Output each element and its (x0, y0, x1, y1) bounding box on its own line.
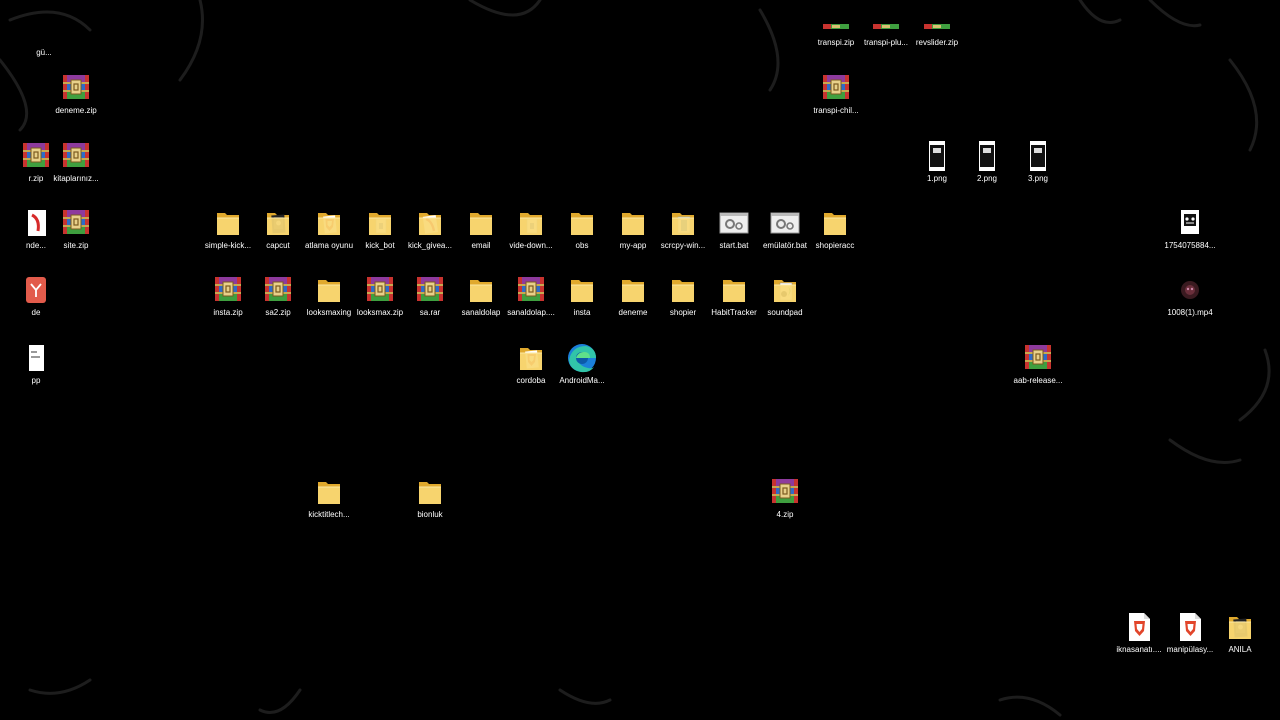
archive-icon (414, 274, 446, 306)
desktop-icon-androidma[interactable]: AndroidMa... (552, 342, 612, 406)
wallpaper-lines (0, 0, 1271, 717)
desktop-icon-kicktitlech[interactable]: kicktitlech... (299, 476, 359, 540)
brave-document-icon (1174, 611, 1206, 643)
folder-icon (617, 207, 649, 239)
folder-icon (515, 342, 547, 374)
desktop-icon-label: soundpad (767, 308, 803, 317)
video-file-icon (1174, 274, 1206, 306)
folder-icon (262, 207, 294, 239)
desktop-icon-label: shopieracc (815, 241, 855, 250)
desktop-icon-label: de (31, 308, 41, 317)
archive-icon (60, 207, 92, 239)
desktop-icon-label: site.zip (63, 241, 89, 250)
document-icon (20, 342, 52, 374)
desktop-icon-label: aab-release... (1013, 376, 1063, 385)
image-file-icon (971, 140, 1003, 172)
archive-icon (769, 476, 801, 508)
desktop-icon-anila[interactable]: ANILA (1210, 611, 1270, 675)
archive-icon (262, 274, 294, 306)
desktop-icon-file-1754075884[interactable]: 1754075884... (1160, 207, 1220, 271)
folder-icon (819, 207, 851, 239)
desktop-icon-kitaplariniz[interactable]: kitaplarınız... (46, 140, 106, 204)
folder-icon (313, 207, 345, 239)
archive-icon (212, 274, 244, 306)
desktop-icon-revslider-zip[interactable]: revslider.zip (907, 4, 967, 68)
desktop-icon-png-3[interactable]: 3.png (1008, 140, 1068, 204)
folder-icon (364, 207, 396, 239)
desktop-icon-partial-gu[interactable]: gü... (14, 14, 74, 78)
desktop-icon-label: deneme.zip (55, 106, 97, 115)
folder-icon (1224, 611, 1256, 643)
desktop-icon-label: transpi-chil... (813, 106, 859, 115)
desktop-icon-site-zip[interactable]: site.zip (46, 207, 106, 271)
batch-file-icon (769, 207, 801, 239)
folder-icon (617, 274, 649, 306)
folder-icon (212, 207, 244, 239)
desktop-icon-label: kicktitlech... (308, 510, 350, 519)
archive-icon (921, 4, 953, 36)
desktop-icon-shopieracc[interactable]: shopieracc (805, 207, 865, 271)
desktop-icon-label: ANILA (1228, 645, 1252, 654)
brave-document-icon (1123, 611, 1155, 643)
desktop-icon-deneme-zip[interactable]: deneme.zip (46, 72, 106, 136)
batch-file-icon (718, 207, 750, 239)
archive-icon (870, 4, 902, 36)
archive-icon (515, 274, 547, 306)
desktop-icon-zip-4[interactable]: 4.zip (755, 476, 815, 540)
image-file-icon (921, 140, 953, 172)
archive-icon (60, 72, 92, 104)
desktop-icon-aab-release[interactable]: aab-release... (1008, 342, 1068, 406)
archive-icon (364, 274, 396, 306)
desktop-icon-label: bionluk (417, 510, 443, 519)
desktop-icon-label: kitaplarınız... (53, 174, 99, 183)
desktop-icon-mp4-1008[interactable]: 1008(1).mp4 (1160, 274, 1220, 338)
desktop-icon-label: AndroidMa... (559, 376, 605, 385)
folder-icon (667, 274, 699, 306)
archive-icon (820, 4, 852, 36)
archive-icon (1022, 342, 1054, 374)
folder-icon (313, 476, 345, 508)
desktop-icon-label: pp (31, 376, 41, 385)
folder-icon (566, 274, 598, 306)
desktop-icon-label: 1754075884... (1164, 241, 1216, 250)
edge-browser-icon (566, 342, 598, 374)
image-file-icon (1022, 140, 1054, 172)
desktop-icon-partial-pp[interactable]: pp (6, 342, 66, 406)
folder-icon (566, 207, 598, 239)
archive-icon (60, 140, 92, 172)
desktop-icon-label: 3.png (1027, 174, 1049, 183)
folder-icon (465, 207, 497, 239)
file-icon (28, 14, 60, 46)
desktop-icon-label: revslider.zip (915, 38, 959, 47)
folder-icon (414, 476, 446, 508)
folder-icon (667, 207, 699, 239)
folder-icon (465, 274, 497, 306)
desktop-icon-partial-de[interactable]: de (6, 274, 66, 338)
folder-icon (414, 207, 446, 239)
folder-icon (769, 274, 801, 306)
desktop-icon-transpi-chil[interactable]: transpi-chil... (806, 72, 866, 136)
desktop-icon-label: 4.zip (776, 510, 794, 519)
archive-icon (820, 72, 852, 104)
image-file-icon (1174, 207, 1206, 239)
desktop-icon-bionluk[interactable]: bionluk (400, 476, 460, 540)
desktop-icon-label: gü... (36, 48, 52, 57)
folder-icon (515, 207, 547, 239)
desktop-icon-soundpad[interactable]: soundpad (755, 274, 815, 338)
desktop-icon-label: 1008(1).mp4 (1167, 308, 1213, 317)
folder-icon (313, 274, 345, 306)
folder-icon (718, 274, 750, 306)
desktop[interactable]: gü... transpi.zip transpi-plu... revslider.… (0, 0, 1280, 720)
app-icon (20, 274, 52, 306)
